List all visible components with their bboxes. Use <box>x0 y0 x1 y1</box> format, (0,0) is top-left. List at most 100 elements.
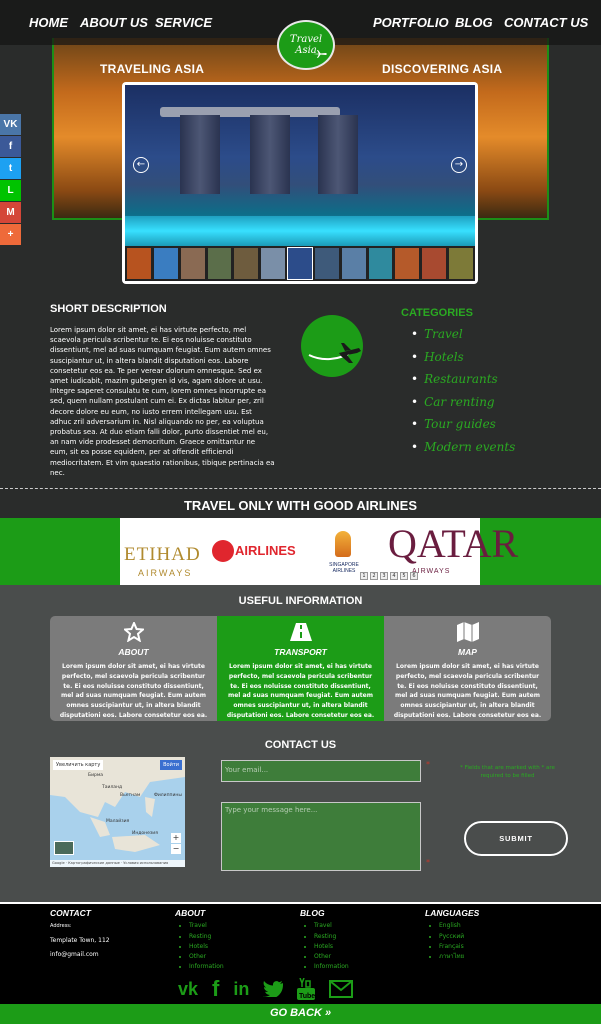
page-dot[interactable]: 6 <box>410 572 418 580</box>
footer-link[interactable]: Hotels <box>314 942 349 952</box>
footer-link[interactable]: Other <box>314 952 349 962</box>
info-card-title: ABOUT <box>118 647 149 657</box>
footer-link[interactable]: Travel <box>314 921 349 931</box>
language-link[interactable]: Français <box>439 942 479 952</box>
info-cards: ABOUT Lorem ipsum dolor sit amet, ei has… <box>50 616 551 721</box>
info-card-transport[interactable]: TRANSPORT Lorem ipsum dolor sit amet, ei… <box>217 616 384 721</box>
submit-button[interactable]: SUBMIT <box>464 821 568 856</box>
thumbnail[interactable] <box>422 248 447 279</box>
section-divider <box>0 488 601 489</box>
nav-portfolio[interactable]: PORTFOLIO <box>373 15 449 30</box>
category-tour-guides[interactable]: Tour guides <box>411 417 515 440</box>
more-share-icon[interactable]: + <box>0 224 21 245</box>
linkedin-icon[interactable]: in <box>233 978 249 1000</box>
nav-blog[interactable]: BLOG <box>455 15 493 30</box>
footer-link[interactable]: Hotels <box>189 942 224 952</box>
map-label: Бирма <box>88 773 104 778</box>
tower-2 <box>250 115 290 194</box>
facebook-icon[interactable]: f <box>212 976 219 1001</box>
category-hotels[interactable]: Hotels <box>411 350 515 373</box>
map-enlarge-link[interactable]: Увеличить карту <box>53 760 104 770</box>
required-note: * Fields that are marked with * are requ… <box>460 765 555 779</box>
category-restaurants[interactable]: Restaurants <box>411 372 515 395</box>
carousel-pagination: 1 2 3 4 5 6 <box>360 572 418 580</box>
etihad-logo[interactable]: ETIHAD <box>124 544 201 566</box>
thumbnail[interactable] <box>180 248 205 279</box>
map-label: Таиланд <box>102 785 123 790</box>
nav-home[interactable]: HOME <box>29 15 68 30</box>
svg-text:Tube: Tube <box>299 993 315 1000</box>
singapore-logo[interactable]: SINGAPORE AIRLINES <box>324 562 364 574</box>
info-card-about[interactable]: ABOUT Lorem ipsum dolor sit amet, ei has… <box>50 616 217 721</box>
map-login-button[interactable]: Войти <box>160 760 182 770</box>
footer-link[interactable]: Resting <box>314 932 349 942</box>
thumbnail[interactable] <box>395 248 420 279</box>
footer-link[interactable]: Other <box>189 952 224 962</box>
category-modern-events[interactable]: Modern events <box>411 440 515 463</box>
thumbnail[interactable] <box>153 248 178 279</box>
short-description-title: SHORT DESCRIPTION <box>50 303 167 315</box>
thumbnail[interactable] <box>449 248 473 279</box>
qatar-logo[interactable]: QATAR <box>388 520 518 567</box>
slider-thumbnails <box>125 246 475 281</box>
go-back-button[interactable]: GO BACK » <box>0 1004 601 1024</box>
gmail-icon[interactable]: M <box>0 202 21 223</box>
footer-blog-title: BLOG <box>300 908 325 918</box>
map-attribution: Google · Картографические данные · Услов… <box>50 860 185 867</box>
thumbnail[interactable] <box>261 248 286 279</box>
nav-about[interactable]: ABOUT US <box>80 15 148 30</box>
nav-contact[interactable]: CONTACT US <box>504 15 588 30</box>
thumbnail[interactable] <box>207 248 232 279</box>
line-icon[interactable]: L <box>0 180 21 201</box>
category-car-renting[interactable]: Car renting <box>411 395 515 418</box>
map-satellite-toggle[interactable] <box>54 841 74 855</box>
vk-icon[interactable]: VK <box>0 114 21 135</box>
footer-link[interactable]: Information <box>314 962 349 972</box>
message-field[interactable]: Type your message here... <box>221 802 421 871</box>
language-link[interactable]: Русский <box>439 932 479 942</box>
thumbnail[interactable] <box>127 248 151 279</box>
category-travel[interactable]: Travel <box>411 327 515 350</box>
slider-next-button[interactable]: → <box>451 157 467 173</box>
airlines-title: TRAVEL ONLY WITH GOOD AIRLINES <box>183 498 418 513</box>
thumbnail[interactable] <box>314 248 339 279</box>
map-label: Индонезия <box>132 831 158 836</box>
footer-blog: BLOG Travel Resting Hotels Other Informa… <box>300 908 349 973</box>
page-dot[interactable]: 3 <box>380 572 388 580</box>
twitter-icon[interactable]: t <box>0 158 21 179</box>
info-card-text: Lorem ipsum dolor sit amet, ei has virtu… <box>226 663 375 719</box>
thumbnail[interactable] <box>368 248 393 279</box>
s7-logo[interactable]: S7 AIRLINES <box>216 543 296 558</box>
short-description-text: Lorem ipsum dolor sit amet, ei has virtu… <box>50 326 275 477</box>
page-dot[interactable]: 4 <box>390 572 398 580</box>
info-card-map[interactable]: MAP Lorem ipsum dolor sit amet, ei has v… <box>384 616 551 721</box>
airplane-icon <box>308 343 361 363</box>
thumbnail-active[interactable] <box>287 247 313 280</box>
map-zoom-in-button[interactable]: + <box>171 833 181 843</box>
thumbnail[interactable] <box>341 248 366 279</box>
nav-service[interactable]: SERVICE <box>155 15 212 30</box>
mail-icon[interactable] <box>329 978 354 1000</box>
youtube-icon[interactable]: Tube <box>297 978 316 1000</box>
page-dot[interactable]: 1 <box>360 572 368 580</box>
twitter-icon[interactable] <box>263 978 284 1000</box>
site-logo[interactable]: Travel Asia <box>277 20 335 70</box>
star-icon <box>58 621 209 643</box>
tower-1 <box>180 115 220 194</box>
footer-link[interactable]: Travel <box>189 921 224 931</box>
vk-icon[interactable]: vk <box>178 978 198 1000</box>
facebook-icon[interactable]: f <box>0 136 21 157</box>
footer-email[interactable]: info@gmail.com <box>50 950 110 960</box>
email-field[interactable]: Your email... <box>221 760 421 782</box>
map-zoom-out-button[interactable]: − <box>171 844 181 854</box>
page-dot[interactable]: 2 <box>370 572 378 580</box>
language-link[interactable]: English <box>439 921 479 931</box>
thumbnail[interactable] <box>234 248 259 279</box>
embedded-map[interactable]: Увеличить карту Войти Бирма Таиланд Вьет… <box>50 757 185 867</box>
slider-prev-button[interactable]: ← <box>133 157 149 173</box>
footer-link[interactable]: Information <box>189 962 224 972</box>
airlines-carousel: ETIHAD AIRWAYS S7 AIRLINES SINGAPORE AIR… <box>120 518 518 585</box>
language-link[interactable]: ภาษาไทย <box>439 952 479 962</box>
page-dot[interactable]: 5 <box>400 572 408 580</box>
footer-link[interactable]: Resting <box>189 932 224 942</box>
